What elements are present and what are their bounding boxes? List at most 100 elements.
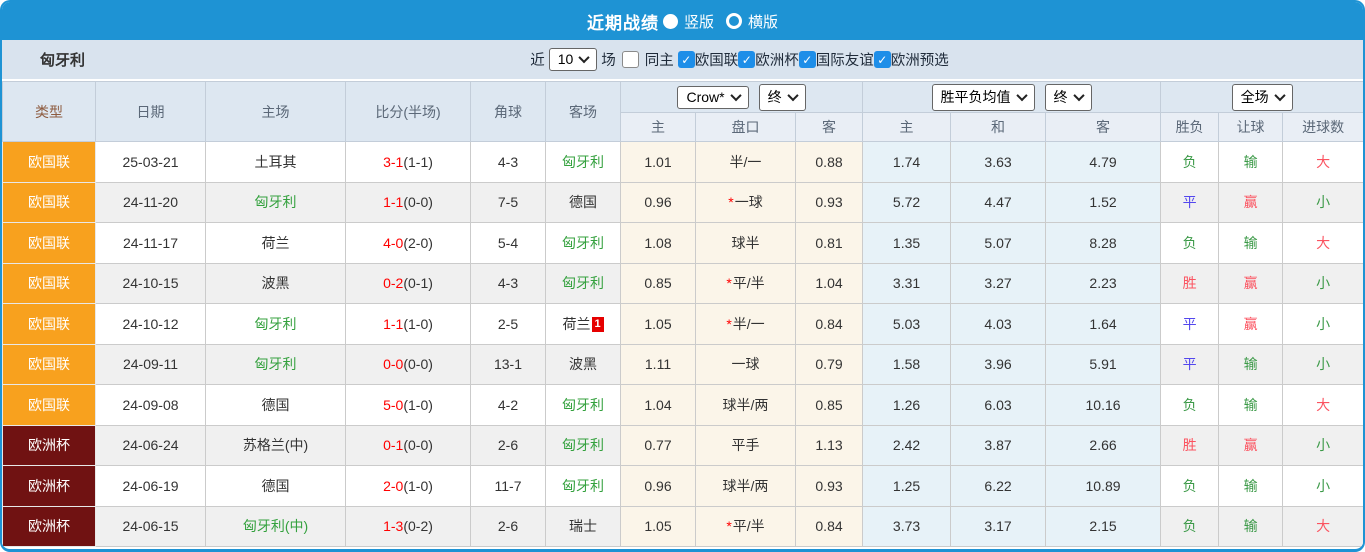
avg-home: 3.73 xyxy=(862,505,952,547)
home-team: 荷兰 xyxy=(205,222,346,264)
handicap: 半/一 xyxy=(695,141,796,183)
chevron-down-icon xyxy=(578,51,590,64)
avg-away: 8.28 xyxy=(1045,222,1162,264)
scope-value: 全场 xyxy=(1240,88,1269,105)
corners: 4-2 xyxy=(470,384,546,426)
avg-home: 1.58 xyxy=(862,343,952,385)
home-team: 匈牙利 xyxy=(205,343,346,385)
vertical-layout-label[interactable]: 竖版 xyxy=(684,11,714,32)
league-label-qualifier: 欧洲预选 xyxy=(890,53,949,69)
handicap-result: 输 xyxy=(1218,505,1284,547)
match-type: 欧国联 xyxy=(2,222,96,264)
home-odds: 1.04 xyxy=(620,384,696,426)
goals-total: 大 xyxy=(1282,384,1363,426)
handicap: *平/半 xyxy=(695,505,796,547)
goals-total: 小 xyxy=(1282,424,1363,466)
league-checkbox-euro[interactable]: ✓ xyxy=(738,51,756,68)
score: 4-0(2-0) xyxy=(345,222,471,264)
check-icon: ✓ xyxy=(802,52,813,67)
handicap: *平/半 xyxy=(695,262,796,304)
chevron-down-icon xyxy=(729,89,742,101)
avg-draw: 3.27 xyxy=(950,262,1047,304)
away-team: 匈牙利 xyxy=(545,465,621,507)
match-type: 欧国联 xyxy=(2,303,96,345)
home-odds: 1.08 xyxy=(620,222,696,264)
chevron-down-icon xyxy=(1072,89,1085,101)
recent-results-widget: 近期战绩 竖版 横版 匈牙利 近 10 场 同主 ✓ 欧国联 ✓ 欧洲杯 ✓ 国… xyxy=(0,0,1365,552)
home-odds: 0.96 xyxy=(620,181,696,223)
horizontal-layout-label[interactable]: 横版 xyxy=(748,11,778,32)
games-label: 场 xyxy=(601,53,616,69)
check-icon: ✓ xyxy=(877,52,888,67)
away-team: 匈牙利 xyxy=(545,262,621,304)
match-type: 欧洲杯 xyxy=(2,505,96,547)
match-row: 欧洲杯 24-06-19 德国 2-0(1-0) 11-7 匈牙利 0.96 球半/两 0.93… xyxy=(2,465,1363,507)
avg-away: 2.66 xyxy=(1045,424,1162,466)
home-odds: 0.85 xyxy=(620,262,696,304)
goals-total: 小 xyxy=(1282,303,1363,345)
goals-total: 大 xyxy=(1282,222,1363,264)
col-header-score: 比分(半场) xyxy=(345,81,471,142)
radio-vertical-selected-icon[interactable] xyxy=(662,13,678,29)
odds-company-value: Crow* xyxy=(686,88,725,105)
match-row: 欧国联 24-11-17 荷兰 4-0(2-0) 5-4 匈牙利 1.08 球半 0.81 1.3… xyxy=(2,222,1363,264)
radio-horizontal-unselected-icon[interactable] xyxy=(726,13,742,29)
league-label-nations: 欧国联 xyxy=(694,53,739,69)
avg-away: 2.23 xyxy=(1045,262,1162,304)
avg-time-select[interactable]: 终 xyxy=(1044,83,1092,111)
odds-time-select[interactable]: 终 xyxy=(758,83,806,111)
handicap: 平手 xyxy=(695,424,796,466)
same-home-checkbox[interactable] xyxy=(621,51,639,68)
result: 胜 xyxy=(1160,424,1220,466)
odds-company-select[interactable]: Crow* xyxy=(677,85,749,109)
away-team: 波黑 xyxy=(545,343,621,385)
col-header-type: 类型 xyxy=(2,81,96,142)
away-odds: 0.85 xyxy=(794,384,864,426)
league-checkbox-qualifier[interactable]: ✓ xyxy=(873,51,891,68)
score: 0-0(0-0) xyxy=(345,343,471,385)
match-row: 欧国联 24-10-12 匈牙利 1-1(1-0) 2-5 荷兰 1 1.05 *半/一 0.84… xyxy=(2,303,1363,345)
home-team: 匈牙利(中) xyxy=(205,505,346,547)
check-icon: ✓ xyxy=(741,52,752,67)
avg-away: 1.52 xyxy=(1045,181,1162,223)
col-header-home: 主场 xyxy=(205,81,346,142)
handicap-result: 输 xyxy=(1218,222,1284,264)
chevron-down-icon xyxy=(786,89,799,101)
avg-type-select[interactable]: 胜平负均值 xyxy=(931,83,1035,111)
goals-total: 大 xyxy=(1282,505,1363,547)
avg-home: 3.31 xyxy=(862,262,952,304)
chevron-down-icon xyxy=(1273,89,1286,101)
avg-time-value: 终 xyxy=(1053,88,1068,105)
home-team: 德国 xyxy=(205,384,346,426)
match-count-select[interactable]: 10 xyxy=(548,48,598,71)
score: 2-0(1-0) xyxy=(345,465,471,507)
subcol-avg-home: 主 xyxy=(862,112,952,142)
subcol-goals: 进球数 xyxy=(1282,112,1363,142)
avg-away: 5.91 xyxy=(1045,343,1162,385)
league-label-friendly: 国际友谊 xyxy=(815,53,874,69)
match-count-value: 10 xyxy=(557,51,574,67)
away-odds: 1.13 xyxy=(794,424,864,466)
match-date: 24-11-17 xyxy=(95,222,206,264)
avg-home: 1.26 xyxy=(862,384,952,426)
corners: 13-1 xyxy=(470,343,546,385)
match-date: 25-03-21 xyxy=(95,141,206,183)
goals-total: 小 xyxy=(1282,262,1363,304)
score: 1-1(0-0) xyxy=(345,181,471,223)
away-team: 匈牙利 xyxy=(545,424,621,466)
goals-total: 小 xyxy=(1282,343,1363,385)
title-bar: 近期战绩 竖版 横版 xyxy=(2,2,1363,40)
score: 1-1(1-0) xyxy=(345,303,471,345)
match-row: 欧国联 25-03-21 土耳其 3-1(1-1) 4-3 匈牙利 1.01 半/一 0.88 1… xyxy=(2,141,1363,183)
home-odds: 0.96 xyxy=(620,465,696,507)
check-icon: ✓ xyxy=(681,52,692,67)
match-type: 欧国联 xyxy=(2,141,96,183)
same-home-label: 同主 xyxy=(644,53,674,69)
match-row: 欧国联 24-10-15 波黑 0-2(0-1) 4-3 匈牙利 0.85 *平/半 1.04 3… xyxy=(2,262,1363,304)
avg-controls-cell: 胜平负均值 终 xyxy=(862,81,1162,113)
league-checkbox-friendly[interactable]: ✓ xyxy=(798,51,816,68)
scope-select[interactable]: 全场 xyxy=(1231,83,1293,111)
handicap-result: 输 xyxy=(1218,141,1284,183)
subcol-result: 胜负 xyxy=(1160,112,1220,142)
league-checkbox-nations[interactable]: ✓ xyxy=(677,51,695,68)
